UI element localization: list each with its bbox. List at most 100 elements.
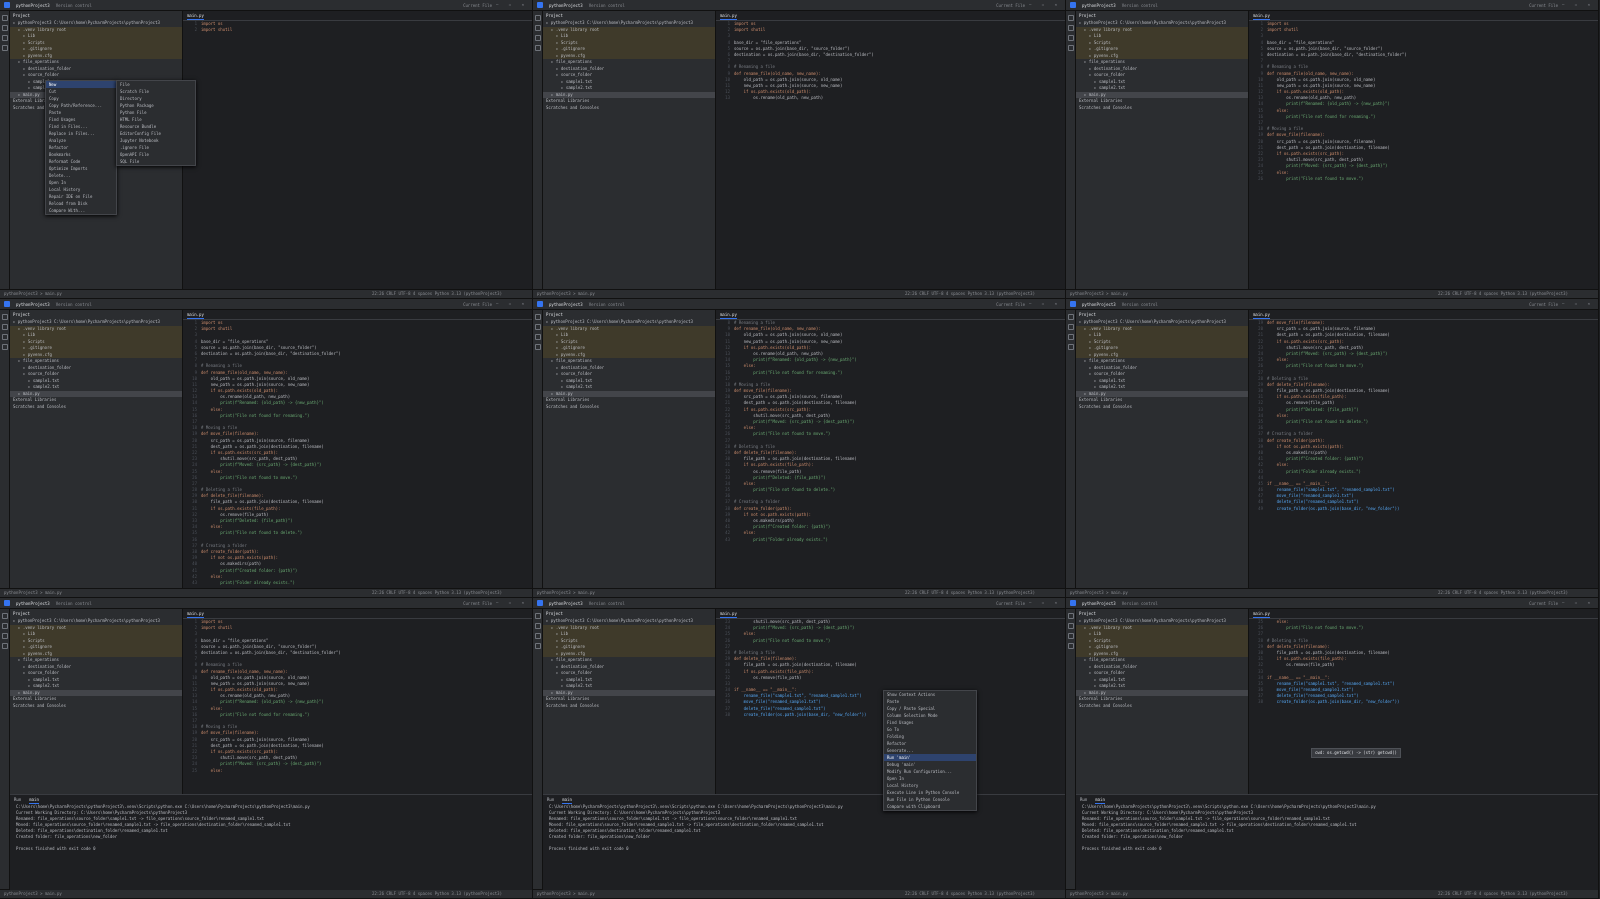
- structure-icon[interactable]: [1, 35, 8, 41]
- code-area[interactable]: # Renaming a file def rename_file(old_nam…: [734, 320, 1061, 589]
- menu-item[interactable]: Find Usages: [46, 116, 116, 123]
- run-tab[interactable]: main: [29, 795, 39, 804]
- status-info[interactable]: 22:26 CRLF UTF-8 4 spaces Python 3.13 (p…: [1438, 890, 1568, 898]
- tree-item[interactable]: Scratches and Consoles: [543, 404, 715, 411]
- tab-main-py[interactable]: main.py: [1253, 310, 1270, 319]
- project-switcher[interactable]: pythonProject3: [16, 3, 50, 8]
- vcs-widget[interactable]: Version control: [56, 302, 92, 307]
- menu-item[interactable]: Local History: [884, 782, 976, 789]
- run-console[interactable]: Run main C:\Users\home\PycharmProjects\pyt…: [1076, 794, 1598, 890]
- run-config-select[interactable]: Current File: [1529, 3, 1558, 8]
- tab-main-py[interactable]: main.py: [720, 11, 737, 20]
- more-icon[interactable]: [1, 643, 8, 649]
- code-area[interactable]: def move_file(filename): src_path = os.p…: [1267, 320, 1594, 589]
- run-config-select[interactable]: Current File: [1529, 302, 1558, 307]
- menu-item[interactable]: Column Selection Mode: [884, 712, 976, 719]
- submenu-item[interactable]: File: [117, 81, 195, 88]
- window-controls[interactable]: — ☐ ✕: [1562, 600, 1594, 605]
- submenu-item[interactable]: Python Package: [117, 102, 195, 109]
- folder-icon[interactable]: [534, 15, 541, 21]
- editor[interactable]: main.py 8 9 10 11 12 13 14 15 16 17 18 19 20 21 22 23 24…: [716, 310, 1065, 589]
- tab-main-py[interactable]: main.py: [187, 11, 204, 20]
- menu-icon[interactable]: [1070, 301, 1076, 307]
- menu-icon[interactable]: [537, 600, 543, 606]
- folder-icon[interactable]: [1067, 15, 1074, 21]
- project-switcher[interactable]: pythonProject3: [16, 302, 50, 307]
- menu-item[interactable]: Paste: [46, 109, 116, 116]
- menu-icon[interactable]: [1070, 2, 1076, 8]
- vcs-widget[interactable]: Version control: [1122, 302, 1158, 307]
- commit-icon[interactable]: [534, 324, 541, 330]
- commit-icon[interactable]: [534, 25, 541, 31]
- run-tab[interactable]: main: [1095, 795, 1105, 804]
- menu-icon[interactable]: [537, 301, 543, 307]
- commit-icon[interactable]: [1067, 25, 1074, 31]
- new-submenu[interactable]: File Scratch File Directory Python Package P…: [116, 80, 196, 166]
- status-info[interactable]: 22:26 CRLF UTF-8 4 spaces Python 3.13 (p…: [372, 290, 502, 298]
- structure-icon[interactable]: [1, 633, 8, 639]
- tree-item[interactable]: ▸ pythonProject3 C:\Users\home\PycharmPr…: [1076, 618, 1248, 625]
- menu-item[interactable]: Local History: [46, 186, 116, 193]
- editor[interactable]: main.py 12 import os import shutil: [183, 11, 532, 290]
- run-tab[interactable]: Run: [547, 795, 554, 804]
- more-icon[interactable]: [534, 45, 541, 51]
- menu-item[interactable]: Debug 'main': [884, 761, 976, 768]
- commit-icon[interactable]: [534, 623, 541, 629]
- menu-item[interactable]: Run File in Python Console: [884, 796, 976, 803]
- menu-item[interactable]: Delete...: [46, 172, 116, 179]
- menu-item[interactable]: New: [46, 81, 116, 88]
- vcs-widget[interactable]: Version control: [1122, 601, 1158, 606]
- tree-item[interactable]: ▸ pythonProject3 C:\Users\home\PycharmPr…: [10, 20, 182, 27]
- tree-item[interactable]: Scratches and Consoles: [1076, 703, 1248, 710]
- menu-item[interactable]: Go To: [884, 726, 976, 733]
- folder-icon[interactable]: [534, 314, 541, 320]
- vcs-widget[interactable]: Version control: [1122, 3, 1158, 8]
- project-switcher[interactable]: pythonProject3: [1082, 3, 1116, 8]
- menu-item[interactable]: Refactor: [46, 144, 116, 151]
- breadcrumb[interactable]: pythonProject3 > main.py: [537, 590, 595, 595]
- project-switcher[interactable]: pythonProject3: [549, 601, 583, 606]
- project-switcher[interactable]: pythonProject3: [1082, 302, 1116, 307]
- folder-icon[interactable]: [1, 15, 8, 21]
- structure-icon[interactable]: [534, 35, 541, 41]
- status-info[interactable]: 22:26 CRLF UTF-8 4 spaces Python 3.13 (p…: [1438, 589, 1568, 597]
- menu-item[interactable]: Replace in Files...: [46, 130, 116, 137]
- run-config-select[interactable]: Current File: [463, 302, 492, 307]
- status-info[interactable]: 22:26 CRLF UTF-8 4 spaces Python 3.13 (p…: [905, 290, 1035, 298]
- run-config-select[interactable]: Current File: [463, 3, 492, 8]
- window-controls[interactable]: — ☐ ✕: [1562, 2, 1594, 7]
- menu-icon[interactable]: [4, 301, 10, 307]
- run-console[interactable]: Run main C:\Users\home\PycharmProjects\pyt…: [10, 794, 532, 890]
- structure-icon[interactable]: [1067, 633, 1074, 639]
- editor[interactable]: main.py 19 20 21 22 23 24 25 26 27 28 29 30 31 32 33 34…: [1249, 310, 1598, 589]
- editor[interactable]: main.py 1 2 3 4 5 6 7 8 9 10 11 12 13 import os impor…: [716, 11, 1065, 290]
- more-icon[interactable]: [534, 643, 541, 649]
- commit-icon[interactable]: [1067, 324, 1074, 330]
- menu-item[interactable]: Refactor: [884, 740, 976, 747]
- breadcrumb[interactable]: pythonProject3 > main.py: [4, 291, 62, 296]
- vcs-widget[interactable]: Version control: [589, 601, 625, 606]
- menu-item[interactable]: Analyze: [46, 137, 116, 144]
- menu-item[interactable]: Reload from Disk: [46, 200, 116, 207]
- run-config-select[interactable]: Current File: [1529, 601, 1558, 606]
- tab-main-py[interactable]: main.py: [720, 609, 737, 618]
- more-icon[interactable]: [1067, 643, 1074, 649]
- run-config-select[interactable]: Current File: [996, 601, 1025, 606]
- folder-icon[interactable]: [1067, 314, 1074, 320]
- tree-item[interactable]: ▸ pythonProject3 C:\Users\home\PycharmPr…: [1076, 20, 1248, 27]
- window-controls[interactable]: — ☐ ✕: [1562, 301, 1594, 306]
- vcs-widget[interactable]: Version control: [56, 601, 92, 606]
- run-config-select[interactable]: Current File: [996, 302, 1025, 307]
- tree-item[interactable]: ▸ pythonProject3 C:\Users\home\PycharmPr…: [1076, 319, 1248, 326]
- menu-item[interactable]: Optimize Imports: [46, 165, 116, 172]
- breadcrumb[interactable]: pythonProject3 > main.py: [1070, 891, 1128, 896]
- more-icon[interactable]: [1067, 45, 1074, 51]
- project-switcher[interactable]: pythonProject3: [16, 601, 50, 606]
- tree-item[interactable]: ▸ pythonProject3 C:\Users\home\PycharmPr…: [10, 319, 182, 326]
- menu-icon[interactable]: [4, 2, 10, 8]
- tree-item[interactable]: Scratches and Consoles: [1076, 105, 1248, 112]
- code-area[interactable]: import os import shutil base_dir = "file_o…: [734, 21, 1061, 290]
- tab-main-py[interactable]: main.py: [1253, 11, 1270, 20]
- menu-item[interactable]: Copy Path/Reference...: [46, 102, 116, 109]
- vcs-widget[interactable]: Version control: [589, 302, 625, 307]
